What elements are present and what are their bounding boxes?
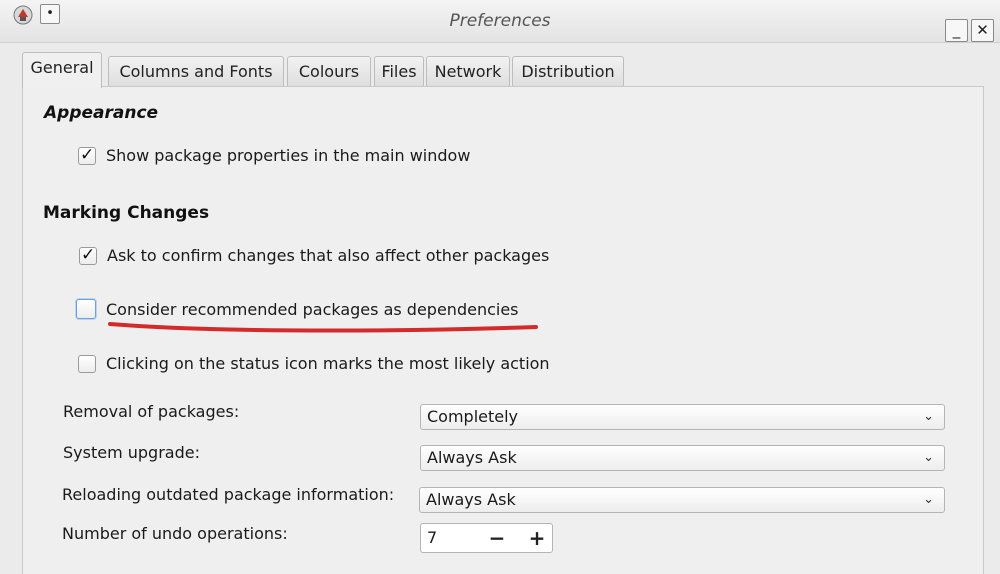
chevron-down-icon: ⌄ (923, 450, 934, 465)
window-title: Preferences (449, 11, 551, 31)
system-upgrade-select[interactable]: Always Ask ⌄ (420, 445, 945, 471)
tab-general[interactable]: General (22, 52, 102, 88)
check-icon: ✓ (80, 144, 95, 165)
minimize-button[interactable]: _ (945, 19, 968, 42)
status-icon-action-label: Clicking on the status icon marks the mo… (106, 354, 550, 373)
reloading-label: Reloading outdated package information: (62, 485, 395, 504)
appearance-section-title: Appearance (44, 103, 159, 123)
tab-colours[interactable]: Colours (287, 56, 371, 86)
increment-button[interactable]: + (525, 524, 549, 552)
status-icon-action-option[interactable]: Clicking on the status icon marks the mo… (78, 354, 550, 373)
system-upgrade-label: System upgrade: (63, 443, 200, 462)
close-button[interactable]: ✕ (971, 19, 994, 42)
confirm-changes-option[interactable]: ✓ Ask to confirm changes that also affec… (79, 244, 550, 265)
chevron-down-icon: ⌄ (923, 409, 934, 424)
undo-operations-spinbox[interactable]: 7 − + (420, 523, 553, 553)
recommended-as-dependencies-checkbox[interactable] (76, 299, 96, 319)
tab-distribution[interactable]: Distribution (512, 56, 624, 86)
tab-files[interactable]: Files (374, 56, 424, 86)
check-icon: ✓ (81, 244, 96, 265)
removal-select[interactable]: Completely ⌄ (420, 404, 945, 430)
recommended-as-dependencies-option[interactable]: Consider recommended packages as depende… (76, 299, 519, 319)
title-bar[interactable]: • Preferences _ ✕ (0, 0, 1000, 43)
tab-network[interactable]: Network (426, 56, 510, 86)
show-properties-label: Show package properties in the main wind… (106, 146, 471, 165)
undo-operations-label: Number of undo operations: (62, 524, 288, 543)
show-properties-checkbox[interactable]: ✓ (78, 144, 96, 165)
status-icon-action-checkbox[interactable] (78, 354, 96, 373)
preferences-window: • Preferences _ ✕ General Columns and Fo… (0, 0, 1000, 574)
confirm-changes-checkbox[interactable]: ✓ (79, 244, 97, 265)
show-properties-option[interactable]: ✓ Show package properties in the main wi… (78, 144, 471, 165)
marking-changes-section-title: Marking Changes (43, 203, 210, 223)
tab-columns-and-fonts[interactable]: Columns and Fonts (108, 56, 284, 86)
removal-value: Completely (427, 407, 519, 426)
decrement-button[interactable]: − (485, 524, 509, 552)
red-underline-annotation (108, 322, 538, 333)
recommended-as-dependencies-label: Consider recommended packages as depende… (106, 299, 519, 319)
confirm-changes-label: Ask to confirm changes that also affect … (107, 246, 550, 265)
removal-label: Removal of packages: (63, 402, 240, 421)
undo-operations-value[interactable]: 7 (427, 528, 437, 547)
system-upgrade-value: Always Ask (427, 448, 517, 467)
reloading-select[interactable]: Always Ask ⌄ (419, 487, 945, 513)
chevron-down-icon: ⌄ (923, 492, 934, 507)
reloading-value: Always Ask (426, 490, 516, 509)
